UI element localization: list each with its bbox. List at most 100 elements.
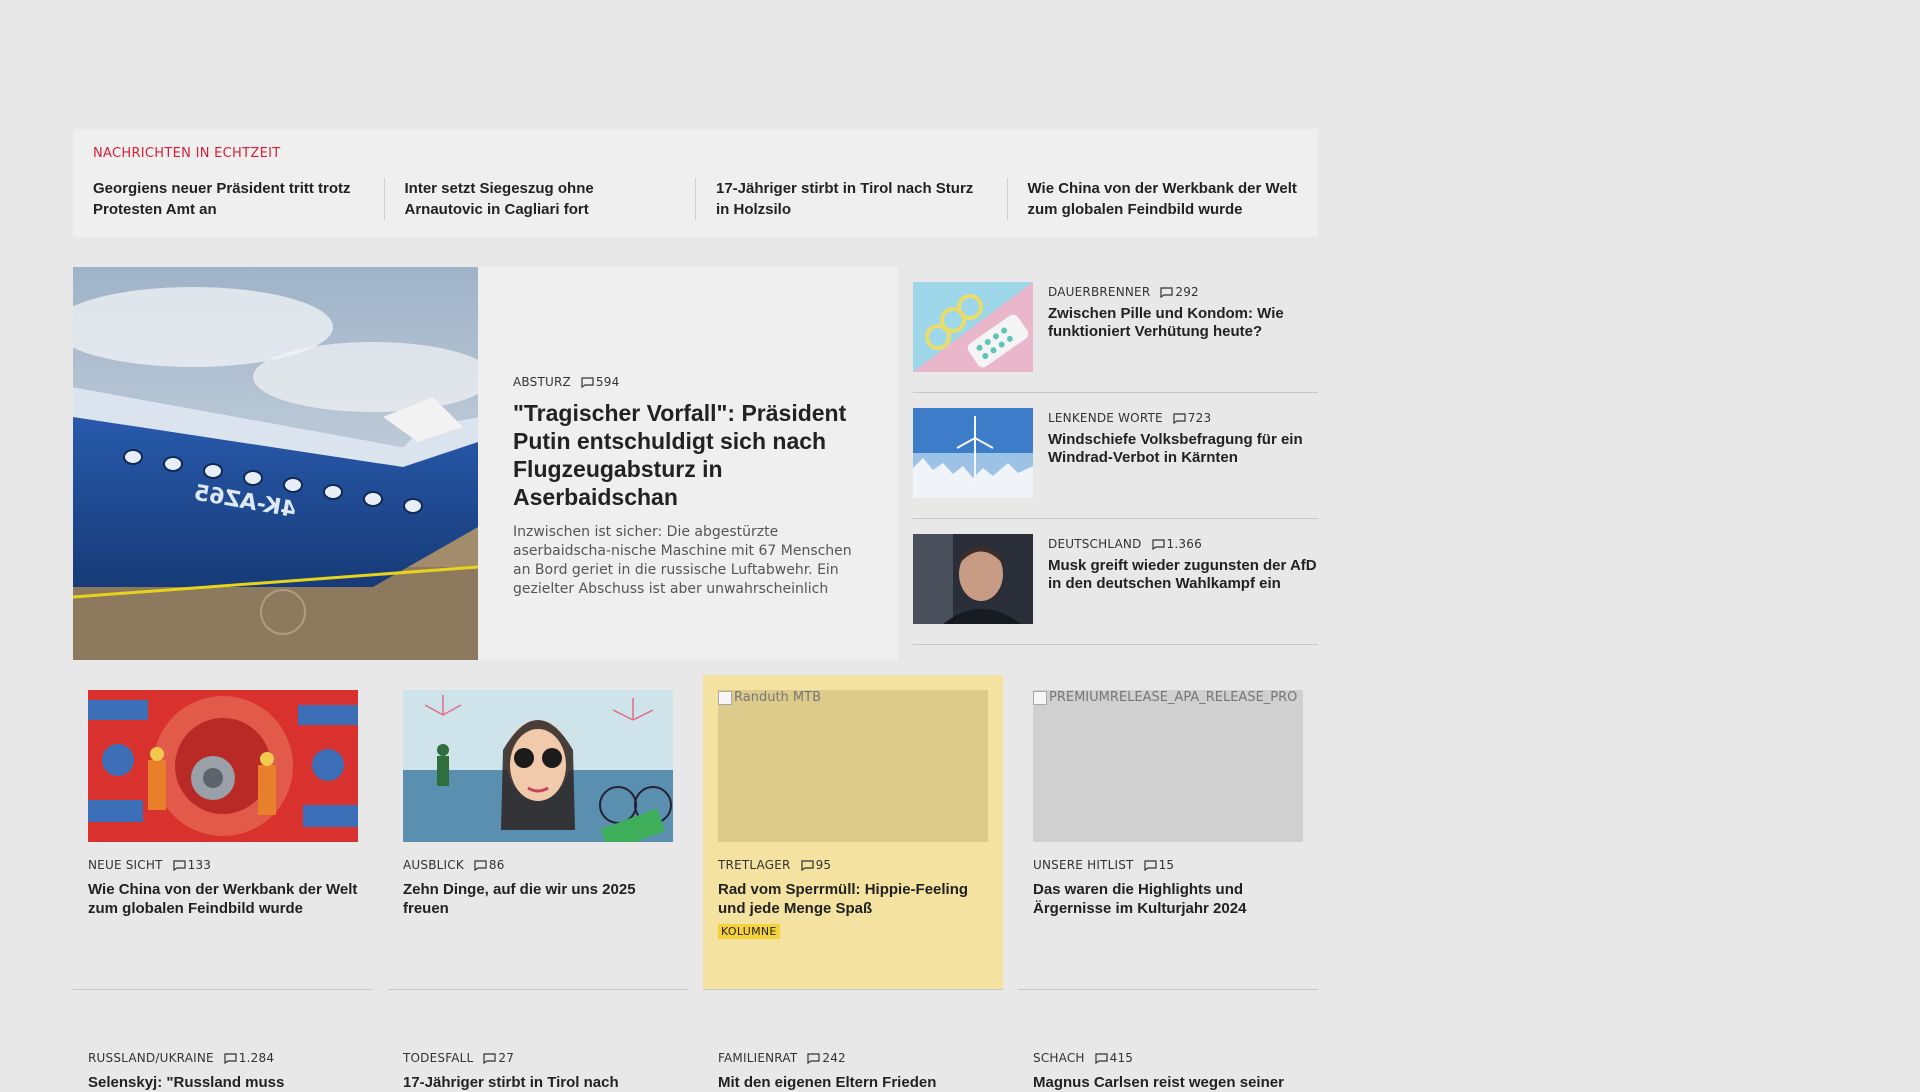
- side-article[interactable]: DEUTSCHLAND 1.366 Musk greift wieder zug…: [913, 519, 1318, 645]
- article-card-meta: TRETLAGER 95: [718, 858, 988, 872]
- comment-count: 1.366: [1166, 537, 1202, 551]
- article-card-title[interactable]: Wie China von der Werkbank der Welt zum …: [88, 880, 358, 918]
- comment-icon: [1095, 1052, 1108, 1064]
- article-card-image-placeholder[interactable]: Randuth MTB: [718, 690, 988, 842]
- lead-article-meta: ABSTURZ 594: [513, 375, 868, 389]
- image-alt-text: Randuth MTB: [734, 690, 821, 705]
- article-card-kicker: AUSBLICK: [403, 858, 464, 872]
- article-card-comments[interactable]: 15: [1143, 858, 1175, 872]
- side-article-meta: DAUERBRENNER 292: [1048, 285, 1318, 299]
- lead-article-title[interactable]: "Tragischer Vorfall": Präsident Putin en…: [513, 399, 868, 511]
- article-teaser[interactable]: SCHACH 415 Magnus Carlsen reist wegen se…: [1018, 1040, 1318, 1092]
- comment-icon: [807, 1052, 820, 1064]
- comment-count: 86: [488, 858, 505, 872]
- ticker-label: NACHRICHTEN IN ECHTZEIT: [93, 146, 281, 161]
- article-teaser-comments[interactable]: 27: [483, 1051, 514, 1065]
- comment-icon: [1143, 859, 1157, 871]
- comment-count: 723: [1187, 411, 1212, 425]
- article-teaser-title[interactable]: Selenskyj: "Russland muss: [88, 1073, 358, 1092]
- broken-image-icon: [1033, 691, 1047, 705]
- article-teaser-kicker: TODESFALL: [403, 1051, 474, 1065]
- comment-count: 292: [1175, 285, 1199, 299]
- article-teaser[interactable]: RUSSLAND/UKRAINE 1.284 Selenskyj: "Russl…: [73, 1040, 373, 1092]
- article-card-kicker: TRETLAGER: [718, 858, 791, 872]
- article-card-title[interactable]: Rad vom Sperrmüll: Hippie-Feeling und je…: [718, 880, 988, 918]
- lead-article-kicker: ABSTURZ: [513, 375, 571, 389]
- live-news-ticker: NACHRICHTEN IN ECHTZEIT Georgiens neuer …: [73, 129, 1318, 237]
- article-teaser-comments[interactable]: 242: [807, 1051, 846, 1065]
- side-article-comments[interactable]: 723: [1173, 411, 1212, 425]
- comment-icon: [581, 376, 594, 388]
- article-teaser-kicker: SCHACH: [1033, 1051, 1085, 1065]
- broken-image-icon: [718, 691, 732, 705]
- ticker-link-4[interactable]: Wie China von der Werkbank der Welt zum …: [1006, 178, 1299, 220]
- article-card-image[interactable]: [403, 690, 673, 842]
- lead-article-image[interactable]: 4K-AZ65: [73, 267, 478, 660]
- article-card-title[interactable]: Das waren die Highlights und Ärgernisse …: [1033, 880, 1303, 918]
- side-article-image[interactable]: [913, 408, 1033, 498]
- ticker-link-3[interactable]: 17-Jähriger stirbt in Tirol nach Sturz i…: [695, 178, 1007, 220]
- article-card-comments[interactable]: 86: [474, 858, 505, 872]
- article-card-image-placeholder[interactable]: PREMIUMRELEASE_APA_RELEASE_PRO: [1033, 690, 1303, 842]
- article-card-comments[interactable]: 133: [173, 858, 212, 872]
- side-article-title[interactable]: Zwischen Pille und Kondom: Wie funktioni…: [1048, 305, 1318, 341]
- comment-icon: [1173, 412, 1186, 424]
- article-teaser-meta: RUSSLAND/UKRAINE 1.284: [88, 1051, 358, 1065]
- lead-article[interactable]: 4K-AZ65 ABSTURZ 594 "Tragischer Vorfall"…: [73, 267, 898, 660]
- article-teaser-kicker: FAMILIENRAT: [718, 1051, 798, 1065]
- comment-count: 1.284: [238, 1051, 275, 1065]
- side-article-image[interactable]: [913, 282, 1033, 372]
- article-card-meta: NEUE SICHT 133: [88, 858, 358, 872]
- article-card-meta: AUSBLICK 86: [403, 858, 673, 872]
- article-card-title[interactable]: Zehn Dinge, auf die wir uns 2025 freuen: [403, 880, 673, 918]
- side-article-image[interactable]: [913, 534, 1033, 624]
- side-article-kicker: DEUTSCHLAND: [1048, 537, 1142, 551]
- article-teaser[interactable]: TODESFALL 27 17-Jähriger stirbt in Tirol…: [388, 1040, 688, 1092]
- side-article-kicker: DAUERBRENNER: [1048, 285, 1151, 299]
- comment-icon: [474, 859, 487, 871]
- article-teaser-title[interactable]: 17-Jähriger stirbt in Tirol nach: [403, 1073, 673, 1092]
- side-article[interactable]: LENKENDE WORTE 723 Windschiefe Volksbefr…: [913, 393, 1318, 519]
- side-article-meta: DEUTSCHLAND 1.366: [1048, 537, 1318, 551]
- side-article[interactable]: DAUERBRENNER 292 Zwischen Pille und Kond…: [913, 267, 1318, 393]
- comment-count: 594: [595, 375, 620, 389]
- comment-icon: [173, 859, 186, 871]
- article-teaser-title[interactable]: Magnus Carlsen reist wegen seiner: [1033, 1073, 1303, 1092]
- article-card[interactable]: NEUE SICHT 133 Wie China von der Werkban…: [73, 675, 373, 990]
- comment-icon: [800, 859, 814, 871]
- article-teaser-comments[interactable]: 415: [1095, 1051, 1134, 1065]
- article-teaser[interactable]: FAMILIENRAT 242 Mit den eigenen Eltern F…: [703, 1040, 1003, 1092]
- side-article-title[interactable]: Windschiefe Volksbefragung für ein Windr…: [1048, 431, 1318, 467]
- comment-count: 27: [498, 1051, 515, 1065]
- comment-count: 133: [187, 858, 212, 872]
- ticker-link-2[interactable]: Inter setzt Siegeszug ohne Arnautovic in…: [383, 178, 696, 220]
- column-article-card[interactable]: Randuth MTB TRETLAGER 95 Rad vom Sperrmü…: [703, 675, 1003, 990]
- article-card-image[interactable]: [88, 690, 358, 842]
- article-card[interactable]: PREMIUMRELEASE_APA_RELEASE_PRO UNSERE HI…: [1018, 675, 1318, 990]
- side-article-kicker: LENKENDE WORTE: [1048, 411, 1163, 425]
- broken-image-alt: PREMIUMRELEASE_APA_RELEASE_PRO: [1033, 690, 1297, 705]
- comment-count: 15: [1158, 858, 1175, 872]
- article-card-kicker: UNSERE HITLIST: [1033, 858, 1134, 872]
- column-tag: KOLUMNE: [718, 924, 780, 939]
- article-card[interactable]: AUSBLICK 86 Zehn Dinge, auf die wir uns …: [388, 675, 688, 990]
- article-teaser-meta: FAMILIENRAT 242: [718, 1051, 988, 1065]
- article-card-row: NEUE SICHT 133 Wie China von der Werkban…: [73, 675, 1318, 990]
- side-article-comments[interactable]: 292: [1160, 285, 1199, 299]
- article-card-comments[interactable]: 95: [800, 858, 832, 872]
- comment-icon: [1151, 538, 1165, 550]
- lead-article-comments[interactable]: 594: [581, 375, 620, 389]
- article-teaser-title[interactable]: Mit den eigenen Eltern Frieden: [718, 1073, 988, 1092]
- article-teaser-row: RUSSLAND/UKRAINE 1.284 Selenskyj: "Russl…: [73, 1040, 1318, 1092]
- comment-icon: [224, 1052, 237, 1064]
- article-teaser-comments[interactable]: 1.284: [224, 1051, 274, 1065]
- side-article-meta: LENKENDE WORTE 723: [1048, 411, 1318, 425]
- ticker-link-1[interactable]: Georgiens neuer Präsident tritt trotz Pr…: [93, 178, 384, 220]
- article-teaser-meta: TODESFALL 27: [403, 1051, 673, 1065]
- side-article-comments[interactable]: 1.366: [1151, 537, 1202, 551]
- article-teaser-meta: SCHACH 415: [1033, 1051, 1303, 1065]
- comment-count: 95: [815, 858, 832, 872]
- side-article-list: DAUERBRENNER 292 Zwischen Pille und Kond…: [913, 267, 1318, 645]
- side-article-title[interactable]: Musk greift wieder zugunsten der AfD in …: [1048, 557, 1318, 593]
- article-card-meta: UNSERE HITLIST 15: [1033, 858, 1303, 872]
